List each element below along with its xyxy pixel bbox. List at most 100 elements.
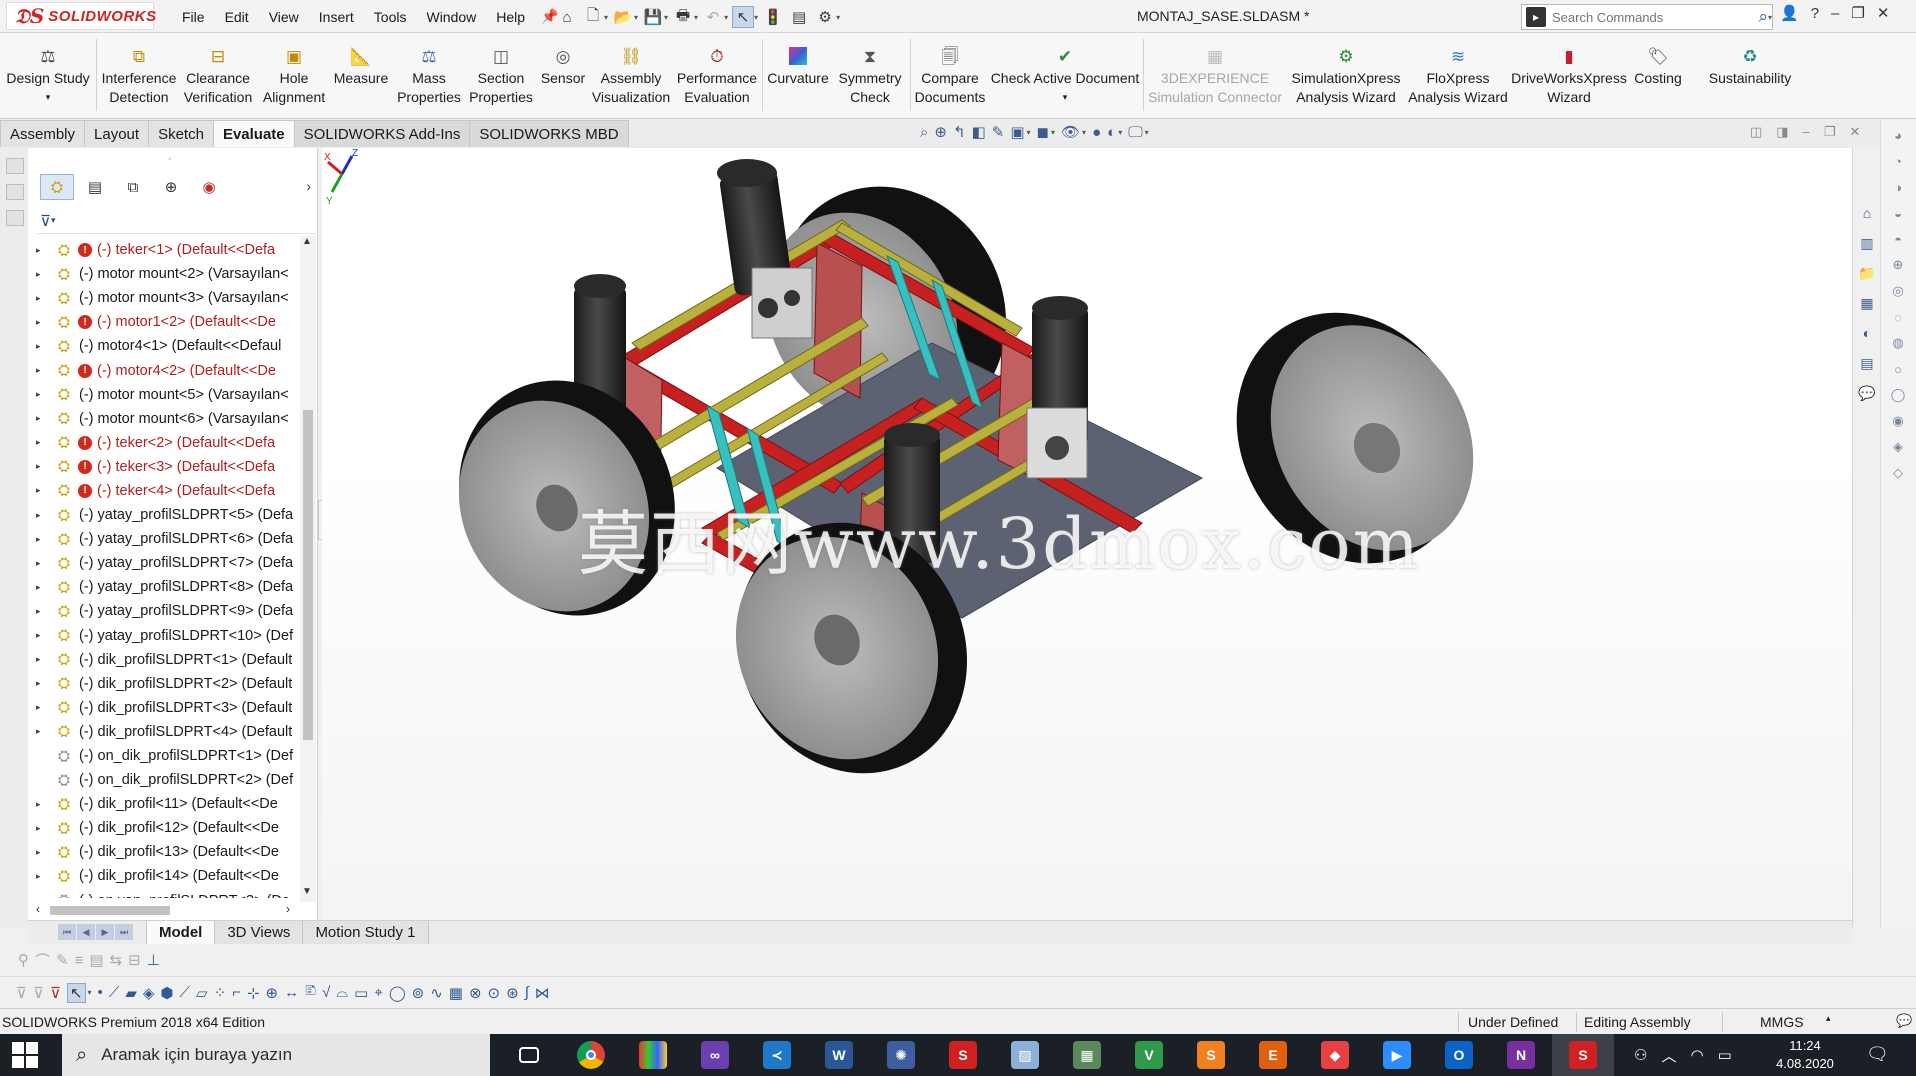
tree-node[interactable]: ▸ ⛭ (-) dik_profil<14> (Default<<De (28, 864, 300, 888)
windows-start-icon[interactable] (12, 1042, 38, 1068)
performance-evaluation-button[interactable]: ⏱ Performance Evaluation (674, 33, 760, 119)
tree-node[interactable]: ▸ ⛭ (-) yatay_profilSLDPRT<5> (Defa (28, 503, 300, 527)
show-hidden-icons-icon[interactable]: ︿ (1661, 1045, 1676, 1066)
menu-insert[interactable]: Insert (309, 0, 364, 33)
tree-node[interactable]: ▸ ⛭ (-) yatay_profilSLDPRT<6> (Defa (28, 527, 300, 551)
save-dropdown-icon[interactable]: ▾ (664, 13, 668, 22)
interference-detection-button[interactable]: ⧉ Interference Detection (99, 33, 179, 119)
taskbar-search-box[interactable]: ⌕ Aramak için buraya yazın (62, 1034, 490, 1076)
toolbar-icon[interactable]: ◔ (1887, 150, 1909, 172)
chrome-icon[interactable] (560, 1034, 622, 1076)
filter-notes-icon[interactable]: 🗈 (305, 980, 316, 1005)
expand-chevron-icon[interactable]: ▸ (36, 654, 50, 665)
filter-solid-icon[interactable]: ⬢ (160, 984, 173, 1002)
viewport-close-icon[interactable]: ✕ (1849, 124, 1860, 140)
tree-node[interactable]: ▸ ⛭! (-) motor1<2> (Default<<De (28, 310, 300, 334)
new-document-icon[interactable]: 🗋 (582, 6, 604, 28)
floxpress-button[interactable]: ≋ FloXpress Analysis Wizard (1406, 33, 1510, 119)
search-input[interactable] (1552, 9, 1759, 25)
filter-planes-icon[interactable]: ▱ (196, 984, 208, 1002)
save-icon[interactable]: 💾 (642, 6, 664, 28)
user-icon[interactable]: 👤 (1780, 4, 1799, 22)
toolbar-icon[interactable]: ⇆ (110, 951, 123, 969)
tree-node[interactable]: ▸ ⛭ (-) yatay_profilSLDPRT<7> (Defa (28, 551, 300, 575)
scroll-thumb[interactable] (50, 906, 170, 915)
tree-node[interactable]: ▸ ⛭! (-) motor4<2> (Default<<De (28, 358, 300, 382)
first-tab-icon[interactable]: ⏮ (58, 924, 76, 940)
options-dropdown-icon[interactable]: ▾ (836, 13, 840, 22)
curvature-button[interactable]: Curvature (765, 33, 831, 119)
tree-node[interactable]: ▸ ⛭ (-) motor mount<5> (Varsayılan< (28, 383, 300, 407)
filter-weldbead-icon[interactable]: ⋈ (535, 984, 550, 1002)
scroll-right-icon[interactable]: › (286, 902, 290, 916)
menu-window[interactable]: Window (416, 0, 486, 33)
expand-chevron-icon[interactable]: ▸ (36, 726, 50, 737)
toolbar-icon[interactable]: ⊟ (128, 951, 141, 969)
view-orientation-icon[interactable]: ▣ (1010, 123, 1024, 141)
origin-axes-icon[interactable]: ⊥ (147, 951, 160, 969)
expand-chevron-icon[interactable]: ▸ (36, 341, 50, 352)
filter-spline-icon[interactable]: ∫ (525, 984, 529, 1001)
taskbar-clock[interactable]: 11:24 4.08.2020 (1760, 1037, 1850, 1073)
expand-chevron-icon[interactable]: ▸ (36, 606, 50, 617)
expand-chevron-icon[interactable]: ▸ (36, 799, 50, 810)
open-dropdown-icon[interactable]: ▾ (634, 13, 638, 22)
tree-node[interactable]: ▸ ⛭! (-) teker<1> (Default<<Defa (28, 238, 300, 262)
print-icon[interactable]: 🖶 (672, 6, 694, 28)
filter-surface-icon[interactable]: ◈ (143, 984, 155, 1002)
search-mode-icon[interactable]: ▸ (1526, 7, 1546, 27)
app-icon[interactable]: V (1118, 1034, 1180, 1076)
featuremanager-tree-tab-icon[interactable]: ⛭ (40, 174, 74, 200)
open-folder-icon[interactable]: 📂 (612, 6, 634, 28)
app-icon[interactable]: ▨ (994, 1034, 1056, 1076)
hide-show-items-icon[interactable]: 👁 (1061, 123, 1080, 141)
expand-chevron-icon[interactable]: ▸ (36, 534, 50, 545)
file-properties-icon[interactable]: ▤ (788, 6, 810, 28)
tree-node[interactable]: ▸ ⛭ (-) yatay_profilSLDPRT<9> (Defa (28, 599, 300, 623)
tab-model[interactable]: Model (146, 921, 216, 945)
expand-chevron-icon[interactable]: ▸ (36, 823, 50, 834)
apply-scene-icon[interactable]: ◐ (1107, 124, 1116, 141)
tab-motion-study-1[interactable]: Motion Study 1 (302, 921, 429, 945)
select-dropdown-icon[interactable]: ▾ (754, 13, 758, 22)
tab-solidworks-addins[interactable]: SOLIDWORKS Add-Ins (293, 120, 471, 147)
word-icon[interactable]: W (808, 1034, 870, 1076)
dynamic-annotation-icon[interactable]: ✎ (992, 123, 1005, 141)
solidworks-resources-home-icon[interactable]: ⌂ (1856, 202, 1878, 224)
solidworks-2018-icon[interactable]: S (932, 1034, 994, 1076)
search-dropdown-icon[interactable]: ▾ (1768, 13, 1772, 22)
filter-edges-icon[interactable]: ⟋ (109, 984, 120, 1001)
filter-dowel-icon[interactable]: ⊗ (469, 984, 482, 1002)
compare-documents-button[interactable]: 🗐 Compare Documents (912, 33, 988, 119)
scroll-left-icon[interactable]: ‹ (36, 902, 40, 916)
tree-node[interactable]: ▸ ⛭ (-) dik_profilSLDPRT<3> (Default (28, 696, 300, 720)
toolbar-icon[interactable]: ≡ (75, 952, 84, 969)
select-pointer-icon[interactable]: ↖ (732, 6, 755, 28)
select-pointer-icon[interactable]: ↖ (66, 982, 86, 1003)
filter-axes-icon[interactable]: ⟋ (180, 984, 191, 1001)
expand-chevron-icon[interactable]: ▸ (36, 630, 50, 641)
expand-chevron-icon[interactable]: ▸ (36, 582, 50, 593)
section-view-icon[interactable]: ◧ (972, 123, 986, 141)
menu-help[interactable]: Help (486, 0, 535, 33)
close-icon[interactable]: ✕ (1877, 4, 1890, 22)
tree-node[interactable]: ▸ ⛭ (-) yatay_profilSLDPRT<8> (Defa (28, 575, 300, 599)
tab-assembly[interactable]: Assembly (0, 120, 86, 147)
zoom-icon[interactable]: ▶ (1366, 1034, 1428, 1076)
toolbar-icon[interactable]: ◍ (1887, 332, 1909, 354)
tree-node[interactable]: ▸ ⛭! (-) teker<2> (Default<<Defa (28, 431, 300, 455)
app-icon[interactable] (622, 1034, 684, 1076)
tab-solidworks-mbd[interactable]: SOLIDWORKS MBD (469, 120, 629, 147)
vscode-icon[interactable]: ≺ (746, 1034, 808, 1076)
solidworks-logo[interactable]: 𝔇S SOLIDWORKS (6, 2, 156, 30)
app-icon[interactable]: ✺ (870, 1034, 932, 1076)
app-icon[interactable]: ◆ (1304, 1034, 1366, 1076)
app-icon[interactable]: E (1242, 1034, 1304, 1076)
prev-tab-icon[interactable]: ◀ (77, 924, 95, 940)
filter-centermarks-icon[interactable]: ⊕ (266, 984, 279, 1002)
filter-surface-finish-icon[interactable]: √ (322, 984, 330, 1001)
tree-vertical-scrollbar[interactable]: ▲ ▼ (300, 236, 316, 902)
tree-horizontal-scrollbar[interactable]: ‹ › (36, 902, 298, 918)
sustainability-button[interactable]: ♻ Sustainability (1700, 33, 1800, 119)
task-view-icon[interactable] (498, 1034, 560, 1076)
